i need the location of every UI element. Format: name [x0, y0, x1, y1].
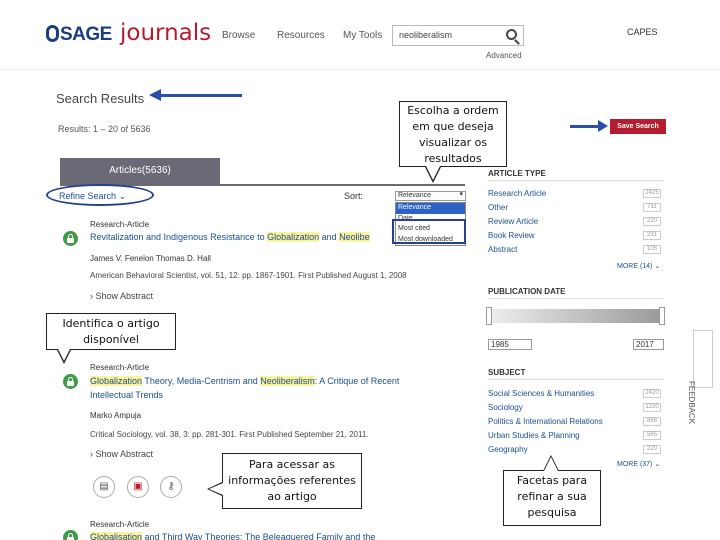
- result-1-title[interactable]: Revitalization and Indigenous Resistance…: [90, 232, 370, 242]
- title-highlight: Neoliberalism: [260, 376, 315, 386]
- sort-select[interactable]: Relevance: [395, 191, 466, 201]
- article-note-callout: Identifica o artigo disponível: [46, 313, 176, 350]
- facet-item-sociology[interactable]: Sociology: [488, 403, 523, 412]
- facets-note-callout: Facetas para refinar a sua pesquisa: [503, 470, 601, 526]
- title-highlight: Neolibe: [339, 232, 370, 242]
- key-icon[interactable]: ⚷: [160, 476, 182, 498]
- title-part: and: [319, 232, 340, 242]
- institution-label: CAPES: [627, 27, 658, 37]
- search-value: neoliberalism: [399, 30, 453, 40]
- open-access-lock-icon: [63, 231, 78, 246]
- sort-callout-pointer-fill: [426, 166, 440, 180]
- facet-publication-date-heading: PUBLICATION DATE: [488, 287, 566, 296]
- results-count: Results: 1 – 20 of 5636: [58, 124, 151, 134]
- page-title: Search Results: [56, 91, 145, 106]
- facet-count: 2420: [643, 389, 661, 398]
- title-highlight: Globalization: [267, 232, 320, 242]
- facet-item-research-article[interactable]: Research Article: [488, 189, 546, 198]
- result-2-title[interactable]: Globalization Theory, Media-Centrism and…: [90, 376, 399, 386]
- article-callout-pointer-fill: [58, 349, 70, 361]
- nav-resources[interactable]: Resources: [277, 30, 325, 41]
- open-access-lock-icon: [63, 530, 78, 540]
- facet-item-politics[interactable]: Politics & International Relations: [488, 417, 603, 426]
- nav-browse[interactable]: Browse: [222, 30, 255, 41]
- result-2-show-abstract[interactable]: › Show Abstract: [90, 449, 153, 459]
- result-3-title[interactable]: Globalisation and Third Way Theories: Th…: [90, 532, 375, 540]
- save-search-button[interactable]: Save Search: [610, 119, 666, 134]
- title-part: Revitalization and Indigenous Resistance…: [90, 232, 268, 242]
- facet-article-type-more[interactable]: MORE (14) ⌄: [617, 262, 660, 270]
- title-part: Theory, Media-Centrism and: [142, 376, 261, 386]
- facet-item-review-article[interactable]: Review Article: [488, 217, 538, 226]
- sort-option-relevance[interactable]: Relevance: [396, 203, 465, 214]
- pdf-icon[interactable]: ▣: [127, 476, 149, 498]
- result-1-meta: American Behavioral Scientist, vol. 51, …: [90, 271, 407, 280]
- logo-sage-text: SAGE: [60, 24, 112, 45]
- facet-count: 711: [643, 203, 661, 212]
- publication-date-slider[interactable]: [488, 309, 664, 323]
- facet-divider: [488, 298, 664, 299]
- facet-item-other[interactable]: Other: [488, 203, 508, 212]
- facet-count: 868: [643, 417, 661, 426]
- feedback-tab[interactable]: FEEDBACK: [687, 330, 713, 424]
- title-arrow-head: [149, 89, 161, 101]
- result-2-title-line2[interactable]: Intellectual Trends: [90, 390, 163, 400]
- facet-divider: [488, 180, 664, 181]
- facet-count: 220: [643, 217, 661, 226]
- facet-item-geography[interactable]: Geography: [488, 445, 528, 454]
- sort-note-callout: Escolha a ordem em que deseja visualizar…: [399, 101, 507, 167]
- facet-item-book-review[interactable]: Book Review: [488, 231, 535, 240]
- save-annotation-arrow: [570, 125, 600, 128]
- facet-article-type-heading: ARTICLE TYPE: [488, 169, 546, 178]
- logo-s-mark: [46, 25, 59, 42]
- facets-callout-pointer-fill: [544, 457, 558, 471]
- year-from-input[interactable]: 1985: [488, 339, 532, 350]
- sort-label: Sort:: [344, 191, 364, 201]
- nav-my-tools[interactable]: My Tools: [343, 30, 382, 41]
- search-input[interactable]: neoliberalism: [392, 25, 524, 46]
- access-note-callout: Para acessar as informações referentes a…: [222, 453, 362, 509]
- tab-articles[interactable]: Articles(5636): [60, 158, 220, 184]
- document-icon[interactable]: ▤: [93, 476, 115, 498]
- result-2-meta: Critical Sociology, vol. 38, 3: pp. 281-…: [90, 430, 369, 439]
- facet-count: 105: [643, 245, 661, 254]
- result-1-authors[interactable]: James V. Fenelon Thomas D. Hall: [90, 254, 211, 263]
- save-arrow-head: [598, 120, 608, 132]
- facet-item-abstract[interactable]: Abstract: [488, 245, 517, 254]
- result-1-show-abstract[interactable]: › Show Abstract: [90, 291, 153, 301]
- open-access-lock-icon: [63, 374, 78, 389]
- year-to-input[interactable]: 2017: [633, 339, 664, 350]
- sage-logo[interactable]: SAGE: [46, 24, 112, 46]
- facet-divider: [488, 379, 664, 380]
- result-2-type: Research-Article: [90, 363, 150, 372]
- facet-item-urban-studies[interactable]: Urban Studies & Planning: [488, 431, 580, 440]
- slider-handle-start[interactable]: [486, 307, 492, 325]
- facet-count: 220: [643, 445, 661, 454]
- facet-count: 1220: [643, 403, 661, 412]
- journals-logo[interactable]: journals: [120, 20, 211, 46]
- sort-highlight-rect: [392, 219, 466, 244]
- title-part: and Third Way Theories: The Beleaguered …: [142, 532, 376, 540]
- title-highlight: Globalisation: [90, 532, 143, 540]
- facet-count: 231: [643, 231, 661, 240]
- advanced-search-link[interactable]: Advanced: [486, 51, 522, 60]
- facet-count: 2425: [643, 189, 661, 198]
- facet-count: 565: [643, 431, 661, 440]
- result-1-type: Research-Article: [90, 220, 150, 229]
- title-part: : A Critique of Recent: [314, 376, 400, 386]
- result-3-type: Research-Article: [90, 520, 150, 529]
- facet-item-social-sciences[interactable]: Social Sciences & Humanities: [488, 389, 594, 398]
- refine-highlight-oval: [46, 184, 154, 206]
- facet-subject-heading: SUBJECT: [488, 368, 526, 377]
- feedback-label: FEEDBACK: [687, 381, 696, 425]
- result-2-authors[interactable]: Marko Ampuja: [90, 411, 141, 420]
- search-icon[interactable]: [506, 29, 517, 40]
- title-annotation-arrow: [160, 94, 242, 97]
- slider-handle-end[interactable]: [659, 307, 665, 325]
- facet-subject-more[interactable]: MORE (37) ⌄: [617, 460, 660, 468]
- access-callout-pointer-fill: [209, 483, 223, 495]
- title-highlight: Globalization: [90, 376, 143, 386]
